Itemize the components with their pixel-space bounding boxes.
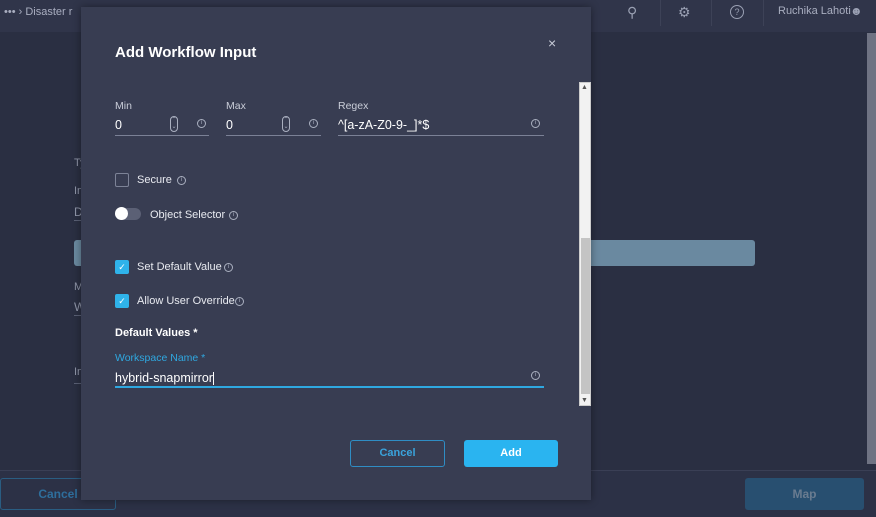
- cancel-button[interactable]: Cancel: [350, 440, 445, 467]
- scroll-up-arrow[interactable]: ▲: [581, 84, 588, 91]
- add-workflow-input-dialog: Add Workflow Input × Min 0 ⌃ ⌄ i Max 0 ⌃ ⌄…: [81, 7, 591, 500]
- set-default-checkbox[interactable]: ✓: [115, 260, 129, 274]
- min-underline: [115, 135, 209, 136]
- add-button[interactable]: Add: [464, 440, 558, 467]
- dialog-scrollbar[interactable]: ▲ ▼: [579, 82, 591, 406]
- info-icon[interactable]: i: [531, 119, 540, 128]
- close-icon[interactable]: ×: [548, 35, 556, 51]
- regex-input[interactable]: ^[a-zA-Z0-9-_]*$: [338, 118, 429, 132]
- info-icon[interactable]: i: [531, 371, 540, 380]
- info-icon[interactable]: i: [197, 119, 206, 128]
- cancel-label: Cancel: [38, 487, 78, 501]
- regex-label: Regex: [338, 100, 369, 112]
- secure-label: Secure: [137, 174, 172, 186]
- map-button[interactable]: Map: [745, 478, 864, 510]
- max-label: Max: [226, 100, 246, 112]
- max-stepper[interactable]: ⌃ ⌄: [282, 116, 290, 132]
- min-stepper[interactable]: ⌃ ⌄: [170, 116, 178, 132]
- info-icon[interactable]: i: [177, 176, 186, 185]
- workspace-name-label: Workspace Name *: [115, 352, 206, 364]
- user-icon[interactable]: ☻: [850, 4, 863, 18]
- set-default-label: Set Default Value: [137, 261, 222, 273]
- scroll-down-arrow[interactable]: ▼: [581, 397, 588, 404]
- max-underline: [226, 135, 321, 136]
- object-selector-label: Object Selector: [150, 209, 226, 221]
- user-name[interactable]: Ruchika Lahoti: [778, 5, 851, 17]
- info-icon[interactable]: i: [224, 263, 233, 272]
- toggle-knob: [115, 207, 128, 220]
- max-input[interactable]: 0: [226, 118, 233, 132]
- page-scrollbar[interactable]: [867, 33, 876, 464]
- allow-override-label: Allow User Override: [137, 295, 235, 307]
- dialog-title: Add Workflow Input: [115, 44, 257, 61]
- text-caret: [212, 372, 214, 386]
- min-label: Min: [115, 100, 132, 112]
- gear-icon[interactable]: ⚙: [678, 4, 691, 21]
- info-icon[interactable]: i: [309, 119, 318, 128]
- secure-checkbox[interactable]: [115, 173, 129, 187]
- search-icon[interactable]: ⚲: [627, 4, 637, 21]
- breadcrumb[interactable]: ••• › Disaster r: [4, 6, 72, 18]
- info-icon[interactable]: i: [235, 297, 244, 306]
- info-icon[interactable]: i: [229, 211, 238, 220]
- regex-underline: [338, 135, 544, 136]
- default-values-heading: Default Values *: [115, 327, 198, 339]
- workspace-name-input[interactable]: hybrid-snapmirror: [115, 371, 213, 385]
- divider: [660, 0, 661, 26]
- workspace-underline: [115, 386, 544, 388]
- divider: [711, 0, 712, 26]
- min-input[interactable]: 0: [115, 118, 122, 132]
- allow-override-checkbox[interactable]: ✓: [115, 294, 129, 308]
- divider: [763, 0, 764, 26]
- help-icon[interactable]: ?: [730, 5, 744, 19]
- object-selector-toggle[interactable]: [115, 207, 141, 220]
- scroll-thumb[interactable]: [581, 238, 590, 394]
